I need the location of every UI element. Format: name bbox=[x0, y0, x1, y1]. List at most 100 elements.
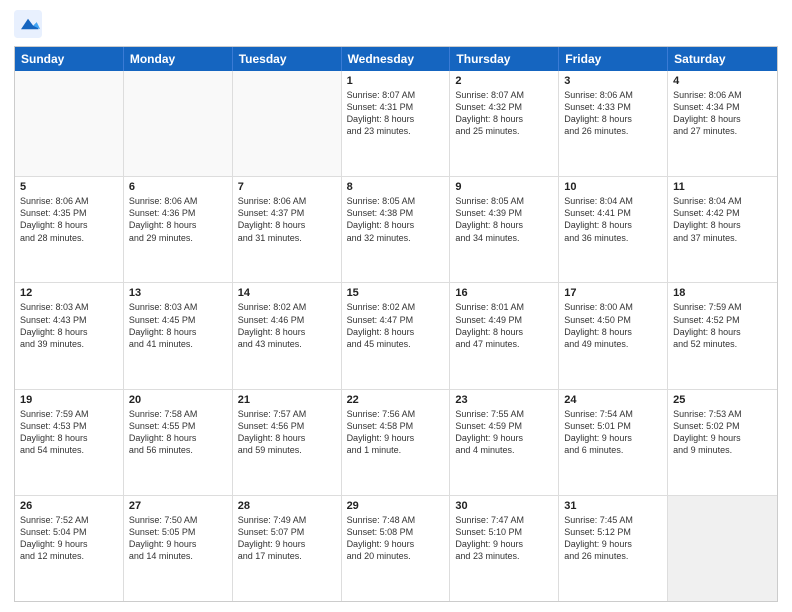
calendar-cell: 13Sunrise: 8:03 AM Sunset: 4:45 PM Dayli… bbox=[124, 283, 233, 388]
day-number: 15 bbox=[347, 287, 445, 299]
cell-info: Sunrise: 8:03 AM Sunset: 4:43 PM Dayligh… bbox=[20, 301, 118, 350]
cell-info: Sunrise: 8:05 AM Sunset: 4:38 PM Dayligh… bbox=[347, 195, 445, 244]
cell-info: Sunrise: 8:06 AM Sunset: 4:33 PM Dayligh… bbox=[564, 89, 662, 138]
day-number: 29 bbox=[347, 500, 445, 512]
calendar-cell: 29 Sunrise: 7:48 AM Sunset: 5:08 PM Dayli… bbox=[342, 496, 451, 601]
calendar-row: 26Sunrise: 7:52 AM Sunset: 5:04 PM Dayli… bbox=[15, 496, 777, 601]
cell-info: Sunrise: 7:58 AM Sunset: 4:55 PM Dayligh… bbox=[129, 408, 227, 457]
cell-info: Sunrise: 8:06 AM Sunset: 4:35 PM Dayligh… bbox=[20, 195, 118, 244]
calendar-cell: 28Sunrise: 7:49 AM Sunset: 5:07 PM Dayli… bbox=[233, 496, 342, 601]
calendar-cell bbox=[668, 496, 777, 601]
calendar-cell: 21Sunrise: 7:57 AM Sunset: 4:56 PM Dayli… bbox=[233, 390, 342, 495]
calendar-cell: 17 Sunrise: 8:00 AM Sunset: 4:50 PM Dayli… bbox=[559, 283, 668, 388]
weekday-header: Saturday bbox=[668, 47, 777, 71]
cell-info: Sunrise: 8:05 AM Sunset: 4:39 PM Dayligh… bbox=[455, 195, 553, 244]
day-number: 25 bbox=[673, 394, 772, 406]
day-number: 20 bbox=[129, 394, 227, 406]
day-number: 7 bbox=[238, 181, 336, 193]
calendar-cell: 26Sunrise: 7:52 AM Sunset: 5:04 PM Dayli… bbox=[15, 496, 124, 601]
cell-info: Sunrise: 7:50 AM Sunset: 5:05 PM Dayligh… bbox=[129, 514, 227, 563]
weekday-header: Friday bbox=[559, 47, 668, 71]
day-number: 16 bbox=[455, 287, 553, 299]
day-number: 8 bbox=[347, 181, 445, 193]
day-number: 14 bbox=[238, 287, 336, 299]
cell-info: Sunrise: 8:06 AM Sunset: 4:37 PM Dayligh… bbox=[238, 195, 336, 244]
calendar-cell: 24 Sunrise: 7:54 AM Sunset: 5:01 PM Dayli… bbox=[559, 390, 668, 495]
day-number: 11 bbox=[673, 181, 772, 193]
calendar-cell: 11 Sunrise: 8:04 AM Sunset: 4:42 PM Dayli… bbox=[668, 177, 777, 282]
day-number: 1 bbox=[347, 75, 445, 87]
calendar-cell: 2 Sunrise: 8:07 AM Sunset: 4:32 PM Daylig… bbox=[450, 71, 559, 176]
calendar-cell: 14 Sunrise: 8:02 AM Sunset: 4:46 PM Dayli… bbox=[233, 283, 342, 388]
calendar-cell: 20 Sunrise: 7:58 AM Sunset: 4:55 PM Dayli… bbox=[124, 390, 233, 495]
cell-info: Sunrise: 7:45 AM Sunset: 5:12 PM Dayligh… bbox=[564, 514, 662, 563]
weekday-header: Tuesday bbox=[233, 47, 342, 71]
day-number: 12 bbox=[20, 287, 118, 299]
day-number: 17 bbox=[564, 287, 662, 299]
calendar-cell: 15 Sunrise: 8:02 AM Sunset: 4:47 PM Dayli… bbox=[342, 283, 451, 388]
calendar-cell: 30 Sunrise: 7:47 AM Sunset: 5:10 PM Dayli… bbox=[450, 496, 559, 601]
day-number: 13 bbox=[129, 287, 227, 299]
calendar-cell bbox=[124, 71, 233, 176]
cell-info: Sunrise: 8:02 AM Sunset: 4:46 PM Dayligh… bbox=[238, 301, 336, 350]
calendar-cell: 12 Sunrise: 8:03 AM Sunset: 4:43 PM Dayli… bbox=[15, 283, 124, 388]
calendar-cell: 10 Sunrise: 8:04 AM Sunset: 4:41 PM Dayli… bbox=[559, 177, 668, 282]
cell-info: Sunrise: 8:07 AM Sunset: 4:32 PM Dayligh… bbox=[455, 89, 553, 138]
cell-info: Sunrise: 7:56 AM Sunset: 4:58 PM Dayligh… bbox=[347, 408, 445, 457]
calendar-row: 19 Sunrise: 7:59 AM Sunset: 4:53 PM Dayli… bbox=[15, 390, 777, 496]
day-number: 31 bbox=[564, 500, 662, 512]
calendar-cell: 25 Sunrise: 7:53 AM Sunset: 5:02 PM Dayli… bbox=[668, 390, 777, 495]
weekday-header: Sunday bbox=[15, 47, 124, 71]
calendar-cell: 18 Sunrise: 7:59 AM Sunset: 4:52 PM Dayli… bbox=[668, 283, 777, 388]
cell-info: Sunrise: 7:53 AM Sunset: 5:02 PM Dayligh… bbox=[673, 408, 772, 457]
day-number: 30 bbox=[455, 500, 553, 512]
cell-info: Sunrise: 8:02 AM Sunset: 4:47 PM Dayligh… bbox=[347, 301, 445, 350]
calendar-cell: 7 Sunrise: 8:06 AM Sunset: 4:37 PM Daylig… bbox=[233, 177, 342, 282]
calendar-cell: 22Sunrise: 7:56 AM Sunset: 4:58 PM Dayli… bbox=[342, 390, 451, 495]
calendar-cell: 16 Sunrise: 8:01 AM Sunset: 4:49 PM Dayli… bbox=[450, 283, 559, 388]
calendar-cell: 27 Sunrise: 7:50 AM Sunset: 5:05 PM Dayli… bbox=[124, 496, 233, 601]
calendar-cell bbox=[15, 71, 124, 176]
calendar-cell: 1 Sunrise: 8:07 AM Sunset: 4:31 PM Daylig… bbox=[342, 71, 451, 176]
cell-info: Sunrise: 7:59 AM Sunset: 4:53 PM Dayligh… bbox=[20, 408, 118, 457]
calendar-cell: 4 Sunrise: 8:06 AM Sunset: 4:34 PM Daylig… bbox=[668, 71, 777, 176]
cell-info: Sunrise: 7:47 AM Sunset: 5:10 PM Dayligh… bbox=[455, 514, 553, 563]
cell-info: Sunrise: 8:07 AM Sunset: 4:31 PM Dayligh… bbox=[347, 89, 445, 138]
calendar-cell: 5Sunrise: 8:06 AM Sunset: 4:35 PM Daylig… bbox=[15, 177, 124, 282]
day-number: 24 bbox=[564, 394, 662, 406]
cell-info: Sunrise: 8:01 AM Sunset: 4:49 PM Dayligh… bbox=[455, 301, 553, 350]
day-number: 3 bbox=[564, 75, 662, 87]
day-number: 9 bbox=[455, 181, 553, 193]
calendar-cell: 31 Sunrise: 7:45 AM Sunset: 5:12 PM Dayli… bbox=[559, 496, 668, 601]
cell-info: Sunrise: 8:06 AM Sunset: 4:36 PM Dayligh… bbox=[129, 195, 227, 244]
day-number: 2 bbox=[455, 75, 553, 87]
page-header bbox=[14, 10, 778, 38]
logo bbox=[14, 10, 46, 38]
cell-info: Sunrise: 7:59 AM Sunset: 4:52 PM Dayligh… bbox=[673, 301, 772, 350]
day-number: 23 bbox=[455, 394, 553, 406]
calendar-cell: 9 Sunrise: 8:05 AM Sunset: 4:39 PM Daylig… bbox=[450, 177, 559, 282]
weekday-header: Thursday bbox=[450, 47, 559, 71]
day-number: 4 bbox=[673, 75, 772, 87]
day-number: 26 bbox=[20, 500, 118, 512]
day-number: 27 bbox=[129, 500, 227, 512]
cell-info: Sunrise: 8:04 AM Sunset: 4:41 PM Dayligh… bbox=[564, 195, 662, 244]
cell-info: Sunrise: 7:54 AM Sunset: 5:01 PM Dayligh… bbox=[564, 408, 662, 457]
calendar-row: 1 Sunrise: 8:07 AM Sunset: 4:31 PM Daylig… bbox=[15, 71, 777, 177]
day-number: 10 bbox=[564, 181, 662, 193]
calendar-header: SundayMondayTuesdayWednesdayThursdayFrid… bbox=[15, 47, 777, 71]
calendar-cell bbox=[233, 71, 342, 176]
day-number: 19 bbox=[20, 394, 118, 406]
calendar-cell: 23 Sunrise: 7:55 AM Sunset: 4:59 PM Dayli… bbox=[450, 390, 559, 495]
logo-icon bbox=[14, 10, 42, 38]
calendar-cell: 8 Sunrise: 8:05 AM Sunset: 4:38 PM Daylig… bbox=[342, 177, 451, 282]
cell-info: Sunrise: 8:04 AM Sunset: 4:42 PM Dayligh… bbox=[673, 195, 772, 244]
cell-info: Sunrise: 8:00 AM Sunset: 4:50 PM Dayligh… bbox=[564, 301, 662, 350]
cell-info: Sunrise: 8:06 AM Sunset: 4:34 PM Dayligh… bbox=[673, 89, 772, 138]
calendar-row: 5Sunrise: 8:06 AM Sunset: 4:35 PM Daylig… bbox=[15, 177, 777, 283]
cell-info: Sunrise: 7:48 AM Sunset: 5:08 PM Dayligh… bbox=[347, 514, 445, 563]
day-number: 18 bbox=[673, 287, 772, 299]
cell-info: Sunrise: 7:55 AM Sunset: 4:59 PM Dayligh… bbox=[455, 408, 553, 457]
day-number: 28 bbox=[238, 500, 336, 512]
calendar: SundayMondayTuesdayWednesdayThursdayFrid… bbox=[14, 46, 778, 602]
